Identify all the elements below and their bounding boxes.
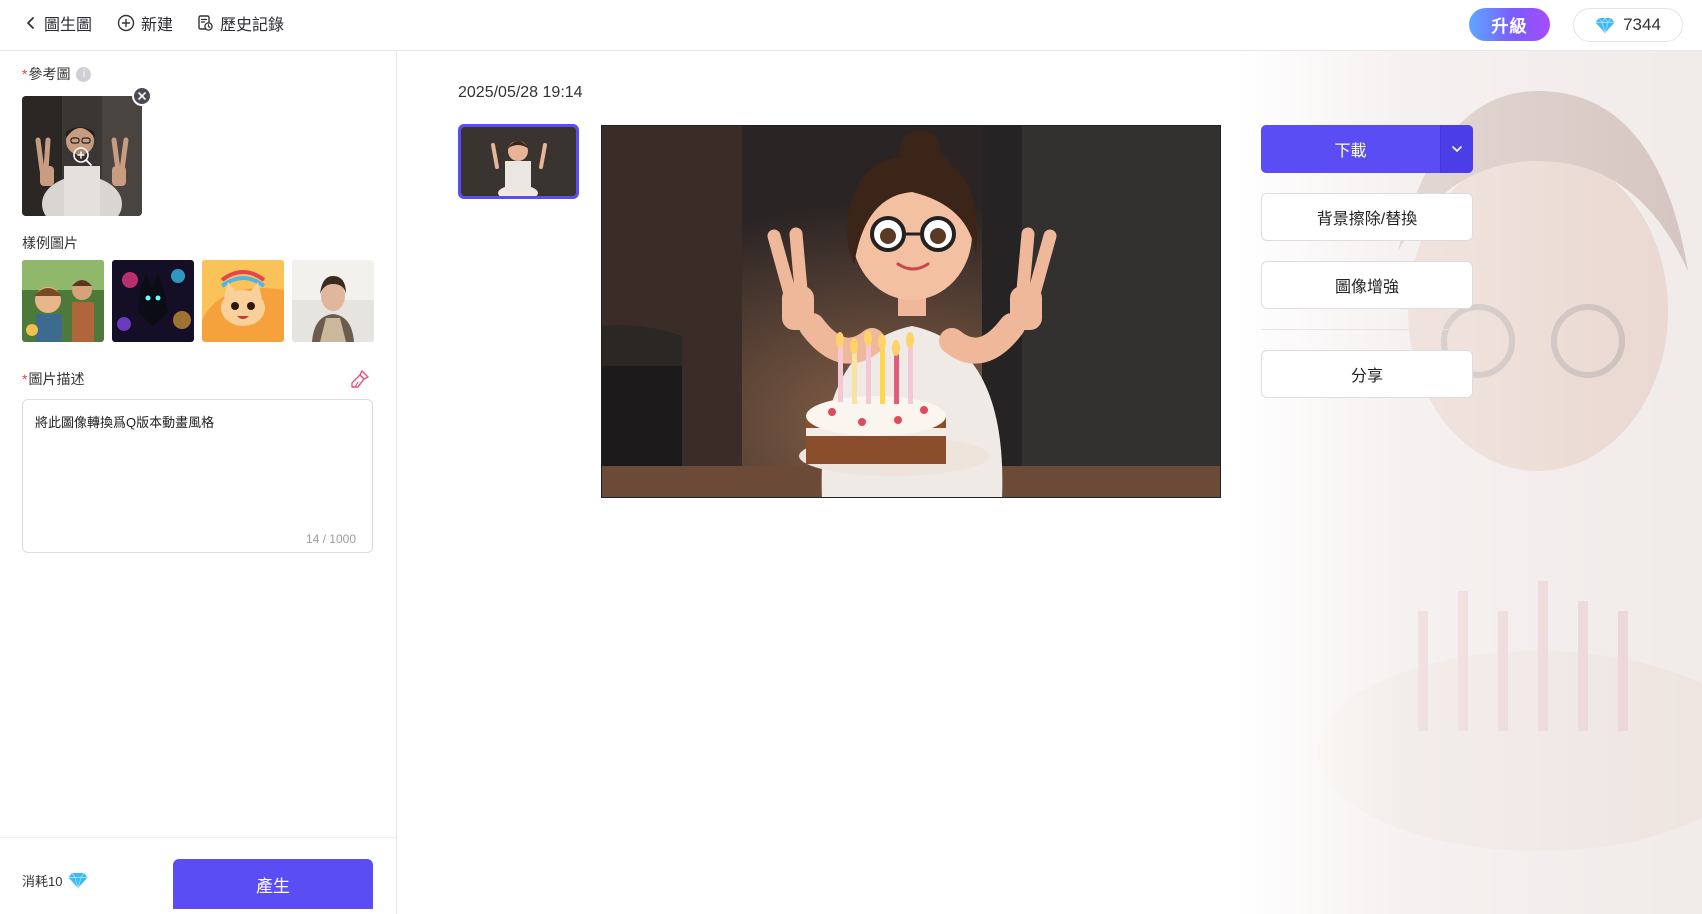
sample-portrait: [292, 260, 374, 342]
sample-happy-cat: [202, 260, 284, 342]
cost-label: 消耗10: [22, 874, 63, 889]
generate-button[interactable]: 產生: [173, 859, 373, 909]
clear-description-button[interactable]: [350, 369, 370, 394]
plus-circle-icon: [117, 14, 135, 32]
thumbnail-image: [461, 127, 576, 196]
credits-badge[interactable]: 7344: [1573, 8, 1683, 42]
result-image[interactable]: [601, 125, 1221, 498]
sample-image[interactable]: [292, 260, 374, 342]
brush-icon: [351, 370, 369, 388]
diamond-icon: [68, 872, 88, 889]
background-remove-button[interactable]: 背景擦除/替換: [1261, 193, 1473, 241]
share-label: 分享: [1350, 368, 1383, 385]
reference-label: 參考圖: [28, 66, 71, 82]
credits-count: 7344: [1623, 15, 1661, 34]
download-options-button[interactable]: [1440, 125, 1473, 173]
remove-reference-button[interactable]: [132, 86, 152, 106]
new-label: 新建: [141, 17, 174, 34]
history-icon: [198, 15, 213, 31]
share-button[interactable]: 分享: [1261, 350, 1473, 398]
reference-image[interactable]: [22, 96, 142, 216]
sample-image[interactable]: [112, 260, 194, 342]
image-enhance-label: 圖像增強: [1334, 279, 1399, 296]
sample-forest-kids: [22, 260, 104, 342]
back-button[interactable]: 圖生圖: [24, 11, 92, 35]
description-label: 圖片描述: [28, 371, 85, 387]
generate-label: 產生: [256, 876, 290, 896]
download-label: 下載: [1334, 143, 1367, 160]
upgrade-button[interactable]: 升級: [1469, 8, 1550, 41]
close-icon: [138, 92, 146, 100]
cartoon-birthday-image: [602, 126, 1220, 497]
result-area: 2025/05/28 19:14 下載 背景擦除/替換 圖像增強 分享: [398, 51, 1702, 914]
settings-panel: * 參考圖 i 樣例圖片 * 圖片描述 將此圖像轉換爲Q版本動畫風格 14 / …: [0, 51, 397, 914]
zoom-in-icon[interactable]: [71, 145, 93, 167]
download-button-group: 下載: [1261, 125, 1473, 173]
generation-timestamp: 2025/05/28 19:14: [458, 84, 583, 101]
info-icon[interactable]: i: [76, 66, 92, 82]
chevron-down-icon: [1452, 146, 1462, 152]
image-enhance-button[interactable]: 圖像增強: [1261, 261, 1473, 309]
required-mark: *: [22, 66, 28, 82]
history-label: 歷史記錄: [220, 17, 285, 34]
samples-label: 樣例圖片: [22, 235, 78, 251]
page-title: 圖生圖: [44, 17, 93, 34]
sample-image[interactable]: [202, 260, 284, 342]
description-label-row: * 圖片描述: [22, 369, 84, 389]
generate-bar: 消耗10 產生: [0, 837, 396, 914]
required-mark: *: [22, 371, 28, 387]
history-button[interactable]: 歷史記錄: [196, 11, 284, 35]
new-button[interactable]: 新建: [117, 11, 173, 35]
top-bar: 圖生圖 新建 歷史記錄 升級 7344: [0, 0, 1702, 51]
result-thumbnail[interactable]: [458, 124, 579, 199]
chevron-left-icon: [27, 17, 34, 29]
sample-images: [22, 260, 374, 342]
description-text: 將此圖像轉換爲Q版本動畫風格: [35, 415, 215, 430]
reference-label-row: * 參考圖 i: [22, 64, 92, 84]
description-input[interactable]: 將此圖像轉換爲Q版本動畫風格 14 / 1000: [22, 399, 373, 553]
character-count: 14 / 1000: [305, 532, 356, 546]
sample-image[interactable]: [22, 260, 104, 342]
divider: [1261, 329, 1473, 330]
background-remove-label: 背景擦除/替換: [1316, 211, 1418, 228]
sample-cosmic-wolf: [112, 260, 194, 342]
upgrade-label: 升級: [1491, 17, 1528, 36]
diamond-icon: [1595, 16, 1615, 34]
background-decoration: [1238, 51, 1702, 914]
download-button[interactable]: 下載: [1261, 125, 1440, 173]
cost-indicator: 消耗10: [22, 871, 88, 890]
